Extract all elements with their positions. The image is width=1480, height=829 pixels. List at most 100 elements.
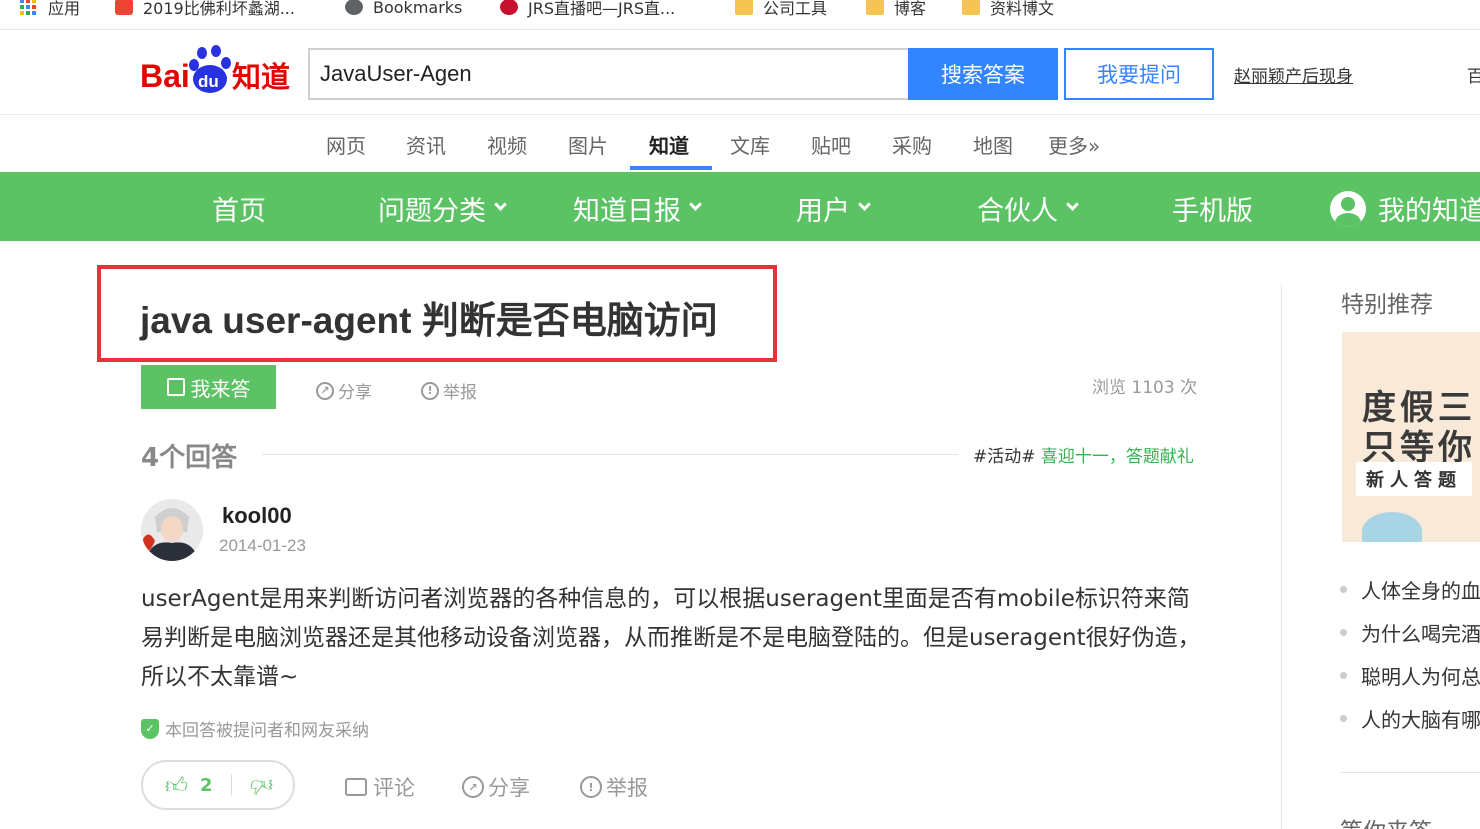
nav-label: 合伙人 — [977, 196, 1058, 227]
nav-label: 用户 — [796, 196, 850, 227]
share-icon: ↗ — [316, 381, 334, 400]
nav-users[interactable]: 用户 — [796, 189, 871, 228]
question-share-link[interactable]: ↗ 分享 — [316, 378, 372, 403]
folder-icon — [866, 0, 884, 15]
search-button[interactable]: 搜索答案 — [908, 48, 1058, 100]
bookmark-bookmarks[interactable]: Bookmarks — [345, 0, 462, 20]
active-category-underline — [630, 166, 712, 170]
thumbs-down-icon[interactable]: 👍︎ — [250, 772, 273, 799]
nav-label: 手机版 — [1172, 196, 1253, 227]
category-wenku[interactable]: 文库 — [730, 130, 770, 159]
activity-banner: #活动# 喜迎十一，答题献礼 — [973, 442, 1194, 467]
logo-du: du — [198, 72, 219, 91]
folder-icon — [962, 0, 980, 15]
sidebar-title-2: 等你来答 — [1340, 812, 1432, 829]
category-more[interactable]: 更多» — [1048, 130, 1100, 159]
bookmark-label: 应用 — [48, 0, 81, 18]
sidebar-divider — [1340, 772, 1480, 773]
list-item[interactable]: 人体全身的血 — [1340, 568, 1480, 611]
answer-button-label: 我来答 — [190, 376, 251, 401]
activity-link[interactable]: 喜迎十一，答题献礼 — [1041, 447, 1194, 467]
category-purchase[interactable]: 采购 — [892, 130, 932, 159]
alert-icon: ! — [421, 381, 439, 400]
main-nav: 首页 问题分类 知道日报 用户 合伙人 手机版 我的知道 — [0, 172, 1480, 241]
answer-report-button[interactable]: ! 举报 — [580, 772, 648, 802]
category-nav: 网页 资讯 视频 图片 知道 文库 贴吧 采购 地图 更多» — [0, 116, 1480, 172]
chevron-down-icon — [1066, 198, 1079, 211]
question-title: java user-agent 判断是否电脑访问 — [140, 300, 718, 341]
bookmark-articles[interactable]: 资料博文 — [962, 0, 1054, 20]
promo-banner[interactable]: 度假三 只等你 新人答题 — [1342, 332, 1480, 542]
recommend-list: 人体全身的血 为什么喝完酒 聪明人为何总 人的大脑有哪 — [1340, 568, 1480, 740]
category-video[interactable]: 视频 — [487, 130, 527, 159]
ask-question-button[interactable]: 我要提问 — [1064, 48, 1214, 100]
nav-home[interactable]: 首页 — [212, 189, 266, 228]
answer-button[interactable]: 我来答 — [141, 365, 276, 409]
comment-label: 评论 — [373, 776, 415, 800]
category-web[interactable]: 网页 — [326, 130, 366, 159]
list-item-label: 人体全身的血 — [1361, 579, 1480, 603]
comment-button[interactable]: 评论 — [345, 772, 415, 802]
category-zhidao[interactable]: 知道 — [649, 130, 689, 159]
chevron-down-icon — [858, 198, 871, 211]
share-icon: ↗ — [462, 776, 484, 798]
vote-pill: 👍︎ 2 👍︎ — [141, 760, 295, 810]
chevron-down-icon — [494, 198, 507, 211]
nav-my-zhidao[interactable]: 我的知道 — [1330, 189, 1480, 228]
list-item-label: 聪明人为何总 — [1361, 665, 1480, 689]
category-tieba[interactable]: 贴吧 — [811, 130, 851, 159]
list-item[interactable]: 人的大脑有哪 — [1340, 697, 1480, 740]
answer-count: 4个回答 — [141, 443, 238, 473]
question-report-link[interactable]: ! 举报 — [421, 378, 477, 403]
category-map[interactable]: 地图 — [973, 130, 1013, 159]
nav-mobile[interactable]: 手机版 — [1172, 189, 1253, 228]
bullet-icon — [1340, 672, 1347, 679]
search-input[interactable] — [308, 48, 908, 100]
bookmark-site[interactable]: 2019比佛利坏蠡湖... — [115, 0, 295, 20]
bookmark-label: 2019比佛利坏蠡湖... — [143, 0, 295, 18]
list-item[interactable]: 为什么喝完酒 — [1340, 611, 1480, 654]
alert-icon: ! — [580, 776, 602, 798]
user-avatar-image — [141, 499, 203, 561]
vote-divider — [230, 774, 232, 796]
nav-categories[interactable]: 问题分类 — [378, 189, 507, 228]
site-logo-icon — [115, 0, 133, 15]
list-item-label: 为什么喝完酒 — [1361, 622, 1480, 646]
apps-grid-icon — [20, 0, 38, 15]
comment-bubble-icon — [345, 778, 367, 796]
list-item-label: 人的大脑有哪 — [1361, 708, 1480, 732]
bookmark-company-tools[interactable]: 公司工具 — [735, 0, 827, 20]
bookmark-jrs[interactable]: JRS直播吧—JRS直... — [500, 0, 675, 20]
answer-body: userAgent是用来判断访问者浏览器的各种信息的，可以根据useragent… — [141, 586, 1201, 690]
bookmark-label: 资料博文 — [990, 0, 1055, 18]
bullet-icon — [1340, 715, 1347, 722]
globe-icon — [345, 0, 363, 15]
bookmark-apps[interactable]: 应用 — [20, 0, 80, 20]
baidu-zhidao-logo[interactable]: Bai du 知道 — [140, 43, 300, 95]
answer-username[interactable]: kool00 — [222, 503, 292, 529]
adopted-badge: ✓ 本回答被提问者和网友采纳 — [141, 716, 369, 741]
bullet-icon — [1340, 629, 1347, 636]
nav-partners[interactable]: 合伙人 — [977, 189, 1079, 228]
answer-share-button[interactable]: ↗ 分享 — [462, 772, 530, 802]
avatar[interactable] — [141, 499, 203, 561]
bookmark-label: 博客 — [894, 0, 927, 18]
site-header: Bai du 知道 搜索答案 我要提问 赵丽颖产后现身 百 — [0, 31, 1480, 115]
nav-label: 首页 — [212, 196, 266, 227]
shield-check-icon: ✓ — [141, 718, 159, 739]
logo-zhidao: 知道 — [232, 60, 290, 94]
list-item[interactable]: 聪明人为何总 — [1340, 654, 1480, 697]
nav-label: 问题分类 — [378, 196, 486, 227]
thumbs-up-icon[interactable]: 👍︎ — [165, 772, 188, 799]
bookmark-blog[interactable]: 博客 — [866, 0, 926, 20]
hot-search-link[interactable]: 赵丽颖产后现身 — [1234, 62, 1353, 87]
bookmark-label: Bookmarks — [373, 0, 463, 17]
hot-search-link-2[interactable]: 百 — [1467, 62, 1480, 87]
category-news[interactable]: 资讯 — [406, 130, 446, 159]
nav-daily[interactable]: 知道日报 — [573, 189, 702, 228]
sidebar-divider — [1281, 285, 1282, 829]
promo-line-3: 新人答题 — [1356, 462, 1472, 496]
chevron-down-icon — [689, 198, 702, 211]
answer-date: 2014-01-23 — [219, 536, 306, 555]
category-images[interactable]: 图片 — [568, 130, 608, 159]
